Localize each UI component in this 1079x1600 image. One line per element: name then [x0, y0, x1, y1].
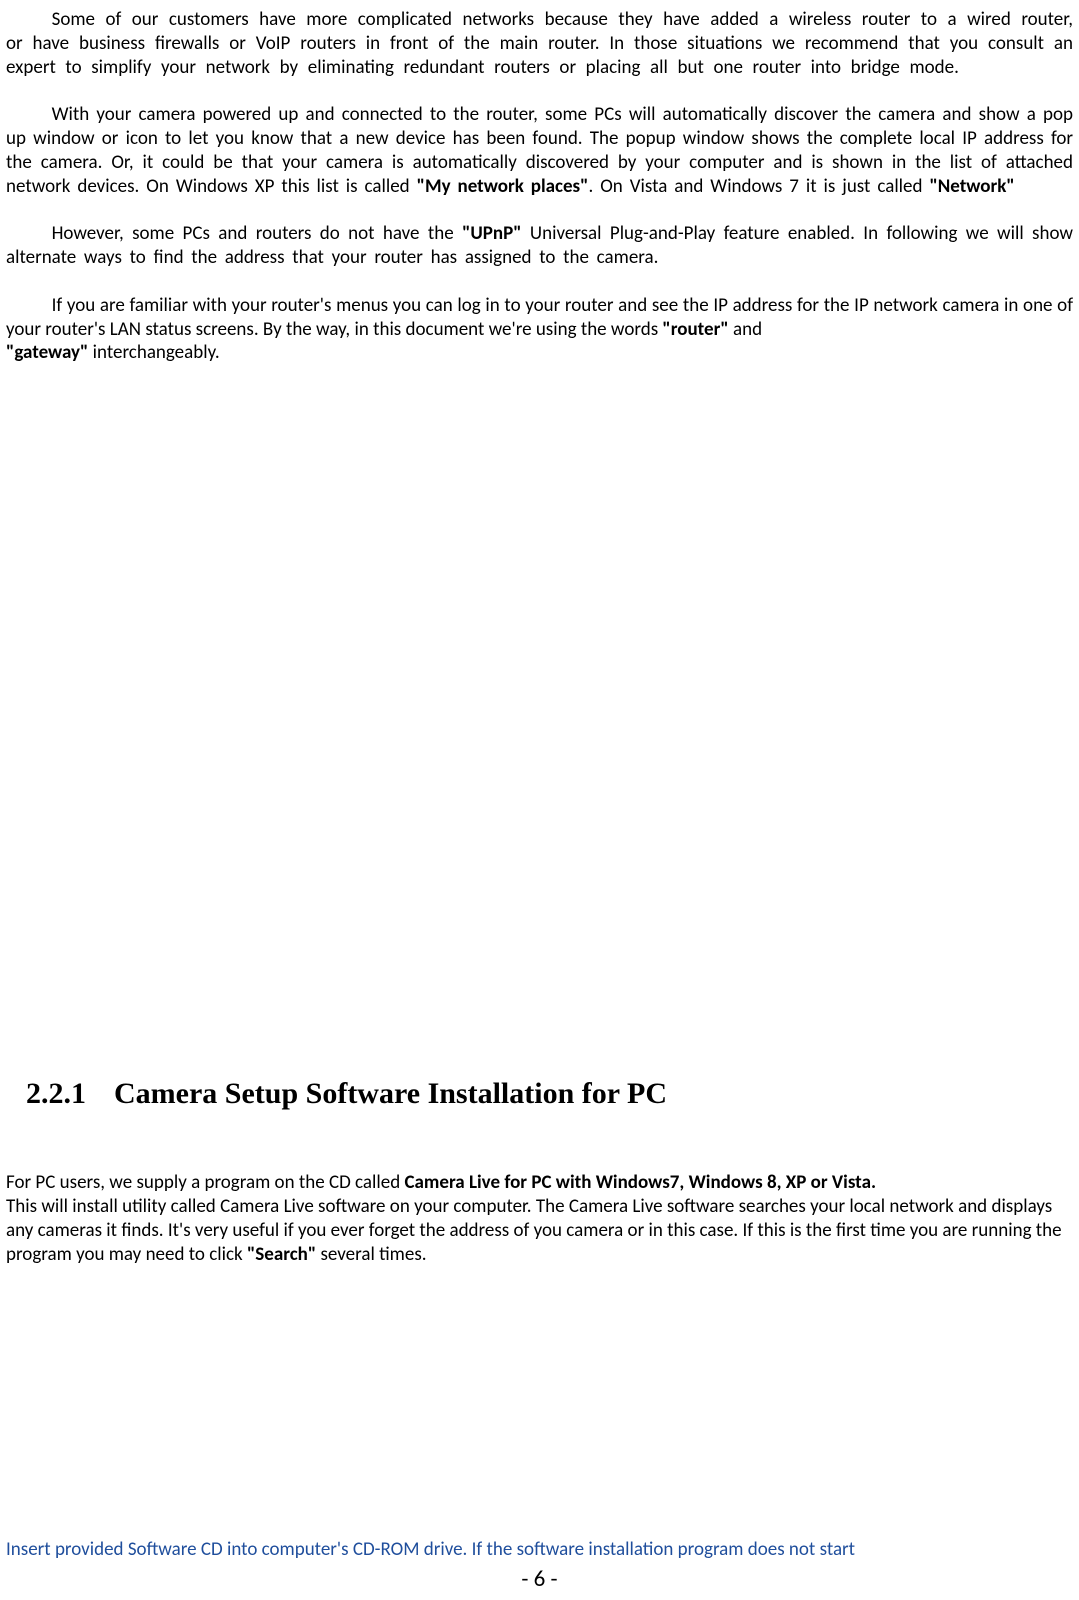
- paragraph-3: However, some PCs and routers do not hav…: [6, 222, 1073, 270]
- para-text: . On Vista and Windows 7 it is just call…: [588, 175, 929, 198]
- bold-text-router: "router": [662, 318, 728, 341]
- para-text: several times.: [316, 1243, 426, 1266]
- para-text: However, some PCs and routers do not hav…: [52, 222, 462, 245]
- bold-text-upnp: "UPnP": [462, 222, 522, 245]
- section-title: Camera Setup Software Installation for P…: [114, 1077, 667, 1110]
- paragraph-2: With your camera powered up and connecte…: [6, 103, 1073, 198]
- section-heading: 2.2.1 Camera Setup Software Installation …: [6, 1075, 1073, 1113]
- bold-text-my-network-places: "My network places": [417, 175, 589, 198]
- para-text: For PC users, we supply a program on the…: [6, 1171, 405, 1194]
- section-number: 2.2.1: [26, 1075, 86, 1113]
- bold-text-search: "Search": [247, 1243, 316, 1266]
- page-number: - 6 -: [0, 1565, 1079, 1594]
- paragraph-4: If you are familiar with your router's m…: [6, 294, 1073, 365]
- para-text: interchangeably.: [88, 341, 219, 364]
- footer-instruction: Insert provided Software CD into compute…: [6, 1538, 1073, 1562]
- para-text: Some of our customers have more complica…: [6, 8, 1073, 79]
- para-text: If you are familiar with your router's m…: [6, 294, 1073, 341]
- bold-text-camera-live: Camera Live for PC with Windows7, Window…: [405, 1171, 877, 1194]
- para-text: This will install utility called Camera …: [6, 1195, 1062, 1267]
- para-text: and: [729, 318, 762, 341]
- bold-text-gateway: "gateway": [6, 341, 88, 364]
- page-body: Some of our customers have more complica…: [6, 0, 1073, 1268]
- bold-text-network: "Network": [929, 175, 1014, 198]
- paragraph-5: For PC users, we supply a program on the…: [6, 1171, 1073, 1268]
- paragraph-1: Some of our customers have more complica…: [6, 8, 1073, 79]
